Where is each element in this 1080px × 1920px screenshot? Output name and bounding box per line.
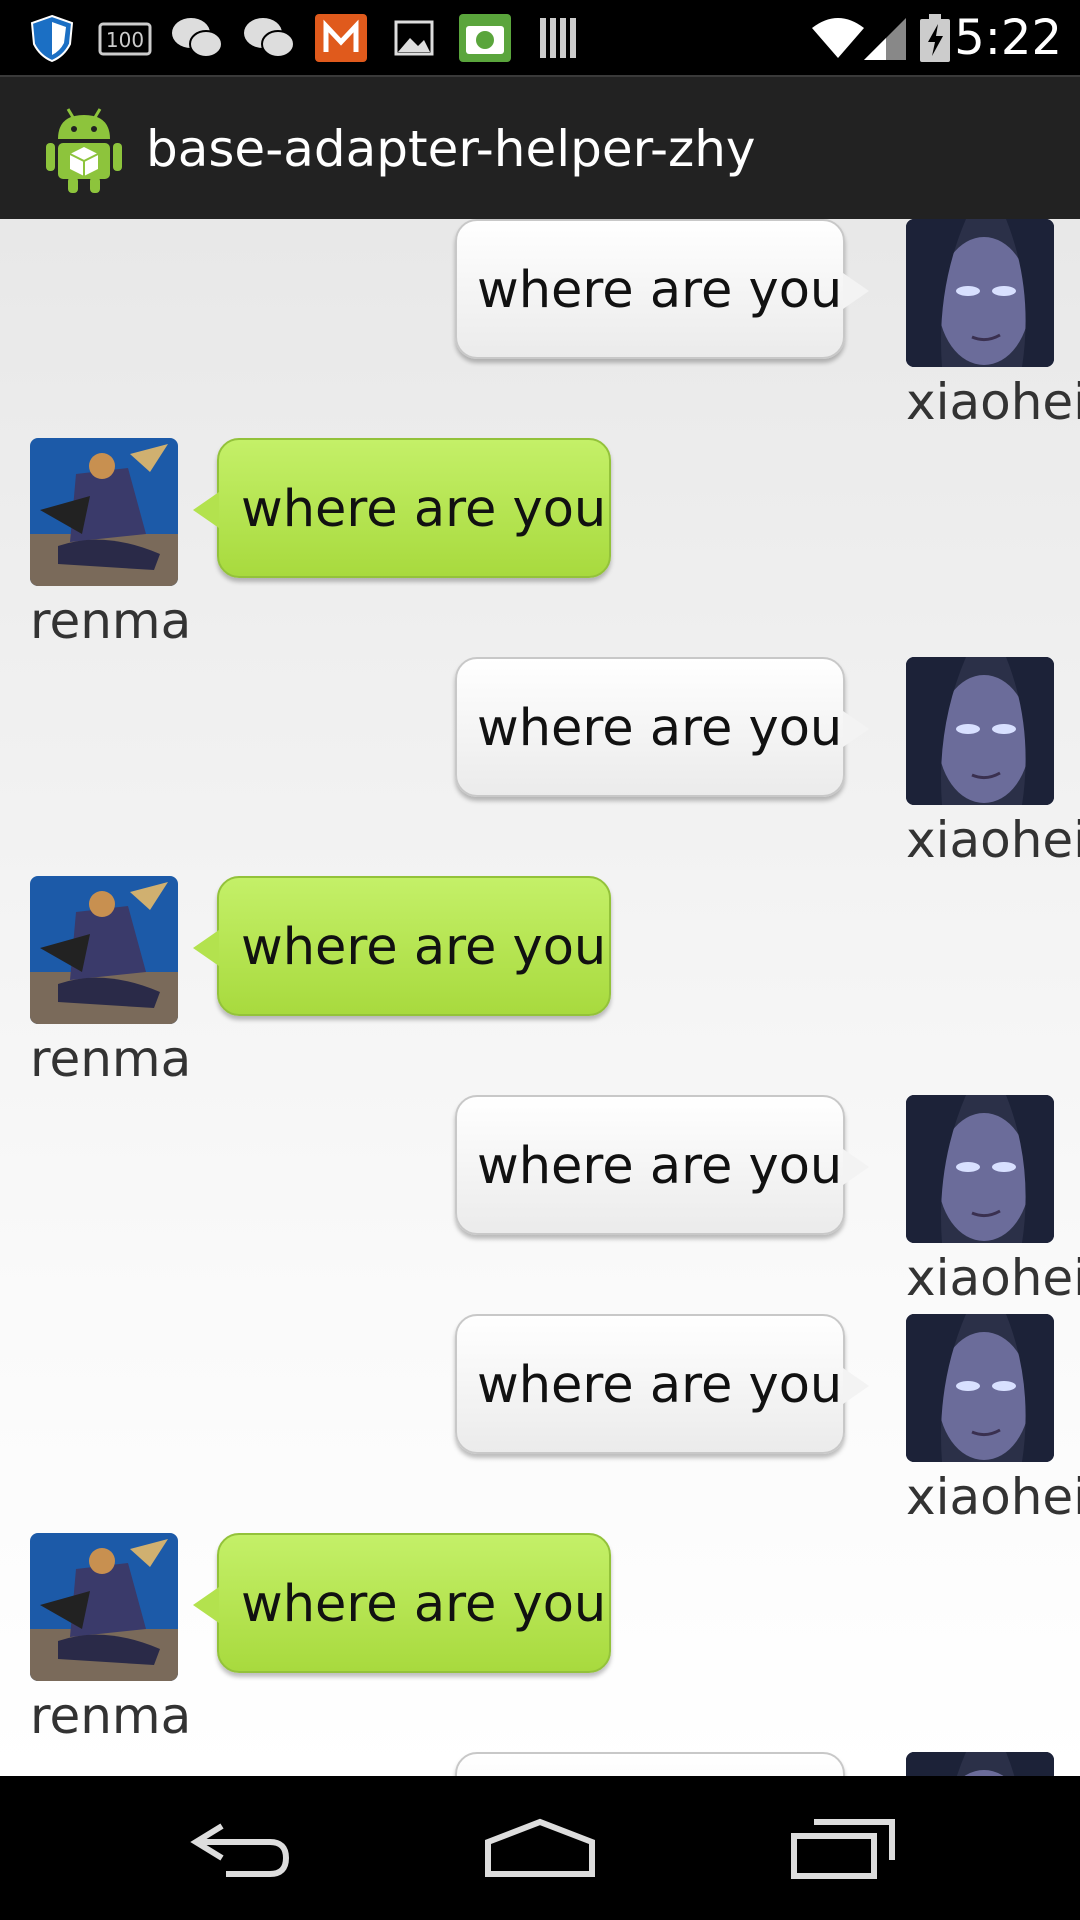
home-icon[interactable]: [484, 1806, 596, 1890]
navigation-bar: [0, 1776, 1080, 1920]
battery-charging-icon: [920, 14, 950, 62]
image-icon: [394, 20, 434, 56]
avatar-xiaohei[interactable]: [906, 657, 1054, 805]
chat-message: where are you xiaohei: [0, 1314, 1080, 1533]
avatar-renma[interactable]: [30, 438, 178, 586]
username: xiaohei: [906, 1468, 1080, 1526]
chat-message: where are you xiaohei: [0, 219, 1080, 438]
app-m-icon: [315, 14, 367, 62]
message-bubble[interactable]: where are you: [193, 876, 611, 1016]
avatar-renma[interactable]: [30, 1533, 178, 1681]
username: renma: [30, 592, 192, 650]
chat-message: where are you xiaohei: [0, 1095, 1080, 1314]
chat-message: where are you renma: [0, 1533, 1080, 1752]
message-bubble[interactable]: where are you: [455, 1095, 869, 1235]
barcode-icon: [540, 18, 576, 58]
chat-message: [0, 1752, 1080, 1776]
svg-text:100: 100: [106, 28, 144, 52]
avatar-renma[interactable]: [30, 876, 178, 1024]
clock: 5:22: [954, 10, 1062, 66]
wechat-icon: [244, 18, 295, 58]
username: xiaohei: [906, 811, 1080, 869]
chat-message: where are you renma: [0, 876, 1080, 1095]
avatar-xiaohei[interactable]: [906, 1314, 1054, 1462]
message-bubble[interactable]: where are you: [193, 1533, 611, 1673]
avatar-xiaohei[interactable]: [906, 219, 1054, 367]
username: xiaohei: [906, 373, 1080, 431]
chat-message: where are you xiaohei: [0, 657, 1080, 876]
username: xiaohei: [906, 1249, 1080, 1307]
signal-icon: [864, 18, 906, 60]
username: renma: [30, 1687, 192, 1745]
avatar-xiaohei[interactable]: [906, 1095, 1054, 1243]
camera-icon: [459, 14, 511, 62]
username: renma: [30, 1030, 192, 1088]
wifi-icon: [812, 18, 864, 58]
message-bubble[interactable]: where are you: [455, 219, 869, 359]
status-bar: 100 5:22: [0, 0, 1080, 75]
message-bubble[interactable]: where are you: [455, 657, 869, 797]
message-bubble[interactable]: where are you: [455, 1314, 869, 1454]
shield-icon: [30, 14, 74, 62]
message-bubble[interactable]: where are you: [193, 438, 611, 578]
avatar-xiaohei[interactable]: [906, 1752, 1054, 1776]
android-icon[interactable]: [46, 105, 122, 193]
back-icon[interactable]: [186, 1806, 292, 1890]
recents-icon[interactable]: [790, 1806, 896, 1890]
battery-100-icon: 100: [98, 22, 152, 56]
page-title: base-adapter-helper-zhy: [146, 120, 756, 178]
action-bar: base-adapter-helper-zhy: [0, 75, 1080, 219]
chat-list[interactable]: where are you xiaohei where are you renm…: [0, 219, 1080, 1776]
chat-message: where are you renma: [0, 438, 1080, 657]
wechat-icon: [172, 18, 223, 58]
message-bubble[interactable]: [455, 1752, 845, 1776]
